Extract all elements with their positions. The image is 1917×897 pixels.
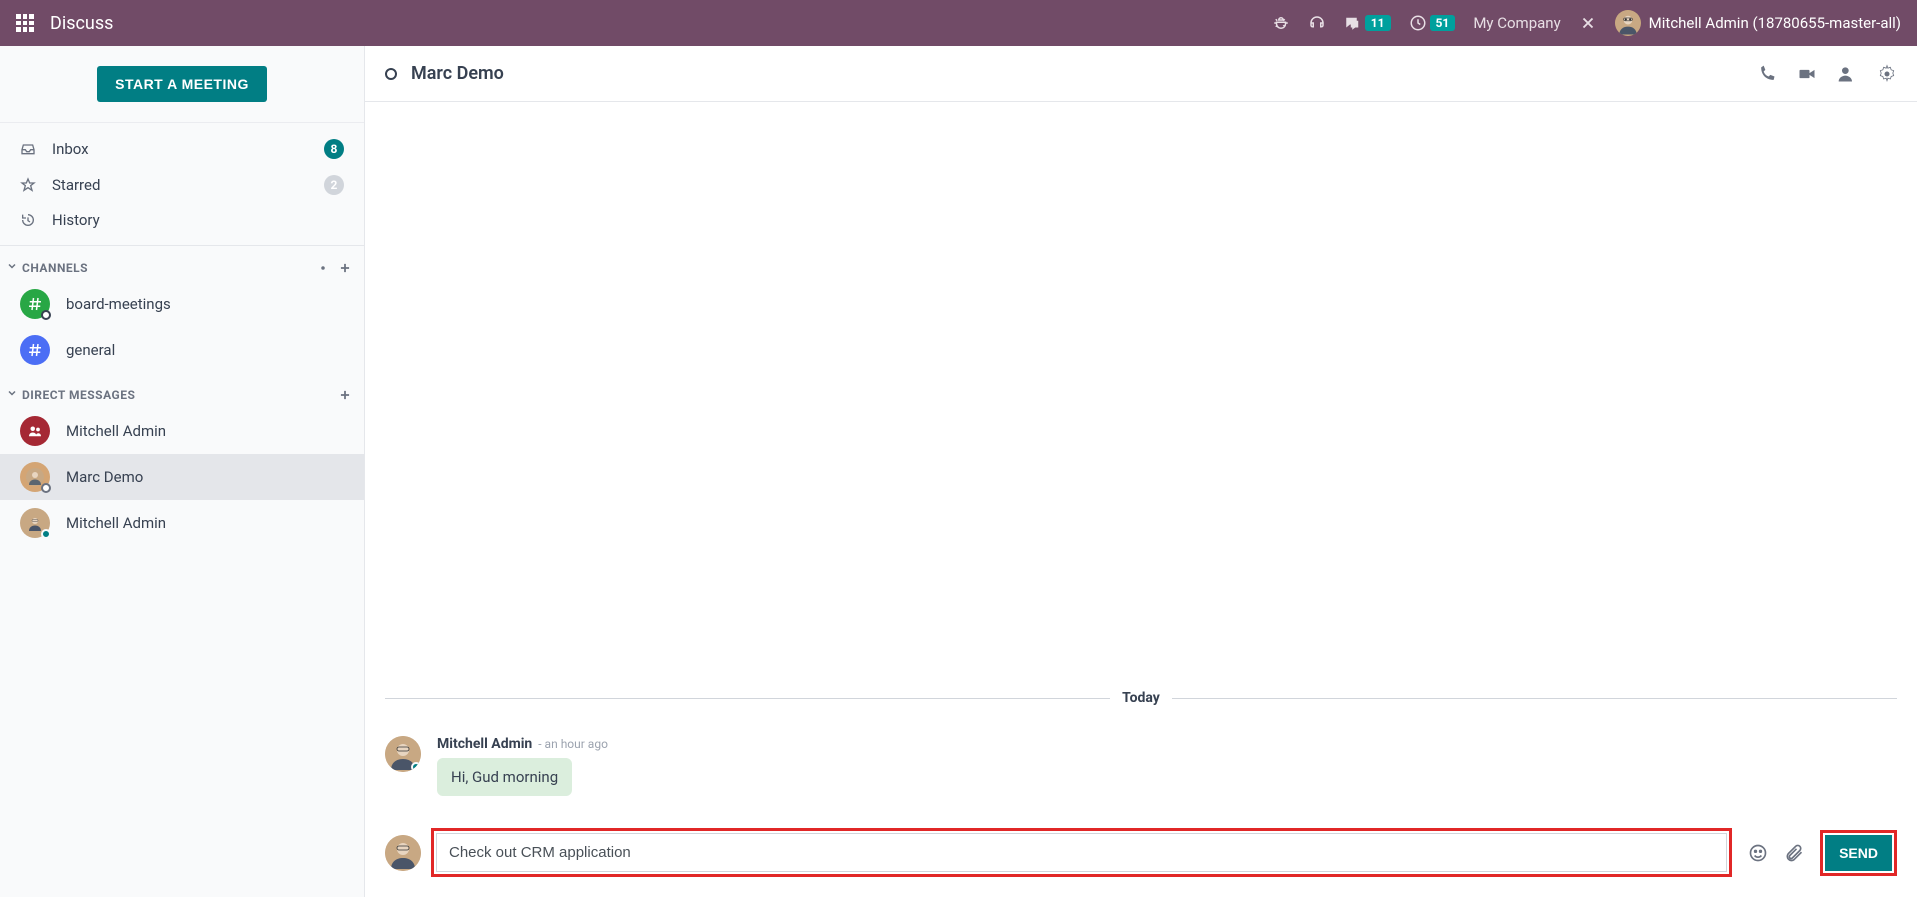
channels-header[interactable]: CHANNELS xyxy=(0,246,364,281)
company-switcher[interactable]: My Company xyxy=(1473,14,1560,32)
tools-icon[interactable] xyxy=(1579,14,1597,32)
dm-name: Marc Demo xyxy=(66,468,143,486)
thread-pane: Marc Demo Today xyxy=(365,46,1917,897)
send-button[interactable]: SEND xyxy=(1825,835,1892,871)
message-time: - an hour ago xyxy=(538,737,608,751)
message: Mitchell Admin - an hour ago Hi, Gud mor… xyxy=(385,726,1897,816)
send-highlight-box: SEND xyxy=(1820,830,1897,876)
message-input[interactable] xyxy=(436,833,1727,872)
dm-header-label: DIRECT MESSAGES xyxy=(22,388,135,402)
status-online-indicator xyxy=(41,529,51,539)
channel-avatar xyxy=(20,335,50,365)
channel-name: board-meetings xyxy=(66,295,171,313)
user-name: Mitchell Admin (18780655-master-all) xyxy=(1649,14,1901,32)
mailboxes-section: Inbox 8 Starred 2 History xyxy=(0,123,364,246)
dm-item-marc-demo[interactable]: Marc Demo xyxy=(0,454,364,500)
message-author: Mitchell Admin xyxy=(437,736,532,752)
mailbox-label: History xyxy=(52,211,100,229)
status-online-indicator xyxy=(411,762,421,772)
channel-name: general xyxy=(66,341,115,359)
messages-icon[interactable]: 11 xyxy=(1344,14,1391,32)
settings-icon[interactable] xyxy=(1877,64,1897,84)
channel-avatar xyxy=(20,289,50,319)
star-icon xyxy=(20,177,40,193)
channel-item-general[interactable]: general xyxy=(0,327,364,373)
composer-highlight-box xyxy=(431,828,1732,877)
add-dm-icon[interactable] xyxy=(338,388,352,402)
dm-avatar xyxy=(20,508,50,538)
day-divider: Today xyxy=(385,690,1897,706)
channels-header-label: CHANNELS xyxy=(22,261,88,275)
attachment-icon[interactable] xyxy=(1784,843,1804,863)
thread-title: Marc Demo xyxy=(411,63,504,84)
video-icon[interactable] xyxy=(1797,64,1817,84)
history-item[interactable]: History xyxy=(0,203,364,237)
emoji-icon[interactable] xyxy=(1748,843,1768,863)
start-meeting-button[interactable]: START A MEETING xyxy=(97,66,267,102)
add-member-icon[interactable] xyxy=(1837,64,1857,84)
mailbox-label: Inbox xyxy=(52,140,89,158)
support-icon[interactable] xyxy=(1308,14,1326,32)
app-title: Discuss xyxy=(50,13,113,34)
globe-indicator xyxy=(41,310,51,320)
user-menu[interactable]: Mitchell Admin (18780655-master-all) xyxy=(1615,10,1901,36)
dm-avatar xyxy=(20,462,50,492)
inbox-count: 8 xyxy=(324,139,344,159)
call-icon[interactable] xyxy=(1757,64,1777,84)
status-offline-indicator xyxy=(41,483,51,493)
composer: SEND xyxy=(365,816,1917,897)
messages-count-badge: 11 xyxy=(1365,15,1391,31)
presence-offline-icon xyxy=(385,68,397,80)
chevron-down-icon xyxy=(6,260,18,275)
inbox-icon xyxy=(20,141,40,157)
dm-item-mitchell-admin[interactable]: Mitchell Admin xyxy=(0,500,364,546)
mailbox-label: Starred xyxy=(52,176,100,194)
add-channel-icon[interactable] xyxy=(338,261,352,275)
starred-count: 2 xyxy=(324,175,344,195)
dm-avatar xyxy=(20,416,50,446)
debug-icon[interactable] xyxy=(1272,14,1290,32)
topbar: Discuss 11 51 My Company Mitchell Admin … xyxy=(0,0,1917,46)
channels-settings-icon[interactable] xyxy=(316,261,330,275)
user-avatar xyxy=(1615,10,1641,36)
dm-header[interactable]: DIRECT MESSAGES xyxy=(0,373,364,408)
thread-header: Marc Demo xyxy=(365,46,1917,102)
chevron-down-icon xyxy=(6,387,18,402)
history-icon xyxy=(20,212,40,228)
activities-count-badge: 51 xyxy=(1430,15,1456,31)
composer-avatar xyxy=(385,835,421,871)
dm-item-mitchell-group[interactable]: Mitchell Admin xyxy=(0,408,364,454)
message-author-avatar xyxy=(385,736,421,772)
inbox-item[interactable]: Inbox 8 xyxy=(0,131,364,167)
day-label: Today xyxy=(1110,690,1172,706)
dm-name: Mitchell Admin xyxy=(66,422,166,440)
starred-item[interactable]: Starred 2 xyxy=(0,167,364,203)
messages-area[interactable]: Today Mitchell Admin - an hour ago Hi, G… xyxy=(365,102,1917,816)
message-text: Hi, Gud morning xyxy=(437,758,572,796)
activities-icon[interactable]: 51 xyxy=(1409,14,1456,32)
apps-menu-icon[interactable] xyxy=(16,14,34,32)
dm-name: Mitchell Admin xyxy=(66,514,166,532)
channel-item-board-meetings[interactable]: board-meetings xyxy=(0,281,364,327)
sidebar: START A MEETING Inbox 8 Starred 2 Histor… xyxy=(0,46,365,897)
